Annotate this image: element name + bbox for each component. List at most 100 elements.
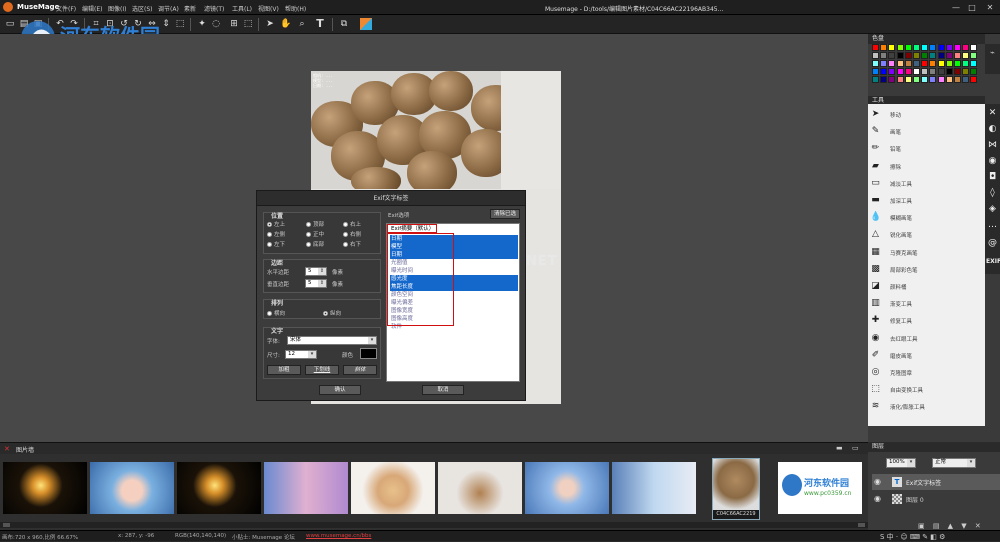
color-swatch[interactable] [970,76,978,83]
tool-item[interactable]: ✎ 画笔 [868,123,978,140]
color-swatch[interactable] [872,60,879,67]
new-file-icon[interactable]: ▭ [4,18,16,30]
color-swatch[interactable] [913,44,920,51]
color-swatch[interactable] [929,44,937,51]
color-swatch[interactable] [954,60,961,67]
color-swatch[interactable] [954,44,961,51]
color-swatch[interactable] [970,52,978,59]
filmstrip-scrollbar[interactable] [0,522,868,528]
clear-selection-button[interactable]: 清除已选 [490,209,520,219]
thumbnail[interactable] [351,462,435,514]
camera-icon[interactable]: ◘ [987,172,998,183]
tool-item[interactable]: ≋ 液化/膨胀工具 [868,398,978,415]
color-swatch[interactable] [888,44,896,51]
pos-bottom-left[interactable]: 左下 [267,240,285,248]
pos-center[interactable]: 正中 [306,230,324,238]
bow-icon[interactable]: ⋈ [987,140,998,151]
italic-button[interactable]: 斜体 [343,365,377,375]
color-swatch[interactable] [962,60,970,67]
color-swatch[interactable] [962,68,970,75]
color-swatch[interactable] [954,52,961,59]
color-swatch[interactable] [954,68,961,75]
color-swatch[interactable] [880,68,888,75]
color-swatch[interactable] [904,68,912,75]
tool-item[interactable]: ▬ 加深工具 [868,192,978,209]
color-swatch[interactable] [929,60,937,67]
hand-icon[interactable]: ✋ [280,18,292,30]
tool-item[interactable]: ▩ 局部彩色笔 [868,261,978,278]
pos-top-right[interactable]: 右上 [343,220,361,228]
arrange-horizontal[interactable]: 横向 [267,309,285,317]
font-select[interactable]: 宋体 ▾ [287,336,377,345]
chart-icon[interactable]: ⌁ [985,48,1000,57]
v-margin-input[interactable]: 5 ⇕ [305,279,327,288]
tool-item[interactable]: ▭ 减淡工具 [868,175,978,192]
at-icon[interactable]: @ [987,238,998,249]
filmstrip-close-icon[interactable]: ✕ [4,445,10,453]
tool-item[interactable]: ⬚ 自由变换工具 [868,381,978,398]
color-swatch[interactable] [880,44,888,51]
color-swatch[interactable] [872,52,879,59]
tools-cross-icon[interactable]: ✕ [987,108,998,119]
color-swatch[interactable] [888,60,896,67]
color-swatch[interactable] [945,44,953,51]
color-swatch[interactable] [945,52,953,59]
thumbnail[interactable] [612,462,696,514]
color-swatch[interactable] [921,68,929,75]
tool-item[interactable]: ✐ 磨皮画笔 [868,347,978,364]
color-swatch[interactable] [872,76,879,83]
color-swatch[interactable] [913,76,920,83]
color-swatch[interactable] [962,76,970,83]
color-swatch[interactable] [888,76,896,83]
color-swatch[interactable] [937,60,945,67]
color-swatch[interactable] [921,60,929,67]
thumbnail[interactable] [3,462,87,514]
color-swatch[interactable] [872,44,879,51]
forum-link[interactable]: www.musemage.cn/bbs [306,533,371,539]
pos-right[interactable]: 右侧 [343,230,361,238]
color-swatch[interactable] [970,60,978,67]
color-swatch[interactable] [880,52,888,59]
color-swatch[interactable] [896,52,904,59]
tool-item[interactable]: ✏ 铅笔 [868,140,978,157]
layer-row-base[interactable]: ◉ 图层 0 [872,492,1000,506]
ok-button[interactable]: 确认 [319,385,361,395]
pos-top-left[interactable]: 左上 [267,220,285,228]
bold-button[interactable]: 加粗 [267,365,301,375]
color-swatch[interactable] [913,60,920,67]
tool-item[interactable]: ◪ 颜料桶 [868,278,978,295]
layers-icon[interactable]: ⧉ [338,18,350,30]
color-swatch[interactable] [921,44,929,51]
thumbnail[interactable] [177,462,261,514]
thumbnail[interactable] [525,462,609,514]
eye-icon[interactable]: ◉ [874,477,881,486]
palette-icon[interactable]: ◐ [987,124,998,135]
tool-item[interactable]: ✚ 修复工具 [868,312,978,329]
more-icon[interactable]: … [987,220,998,231]
menu-view[interactable]: 视图(V) [258,4,279,13]
tool-item[interactable]: △ 锐化画笔 [868,226,978,243]
pos-left[interactable]: 左侧 [267,230,285,238]
color-swatch[interactable] [880,60,888,67]
text-color-swatch[interactable] [360,348,377,359]
color-swatch[interactable] [954,76,961,83]
cancel-button[interactable]: 取消 [422,385,464,395]
color-swatch[interactable] [913,68,920,75]
pos-bottom[interactable]: 底部 [306,240,324,248]
color-swatch[interactable] [937,68,945,75]
pos-top[interactable]: 顶部 [306,220,324,228]
text-tool-icon[interactable]: T [314,18,326,30]
color-swatch[interactable] [888,68,896,75]
drops-icon[interactable]: ◊ [987,188,998,199]
h-margin-input[interactable]: 5 ⇕ [305,267,327,276]
layer-row-text[interactable]: ◉ T Exif文字标签 [872,474,1000,490]
color-swatch[interactable] [904,52,912,59]
color-swatch[interactable] [896,68,904,75]
color-swatch[interactable] [937,44,945,51]
thumbnail[interactable]: 河东软件园 www.pc0359.cn [778,462,862,514]
color-swatch[interactable] [904,76,912,83]
color-swatch[interactable] [921,76,929,83]
color-swatch[interactable] [872,68,879,75]
menu-help[interactable]: 帮助(H) [285,4,306,13]
menu-file[interactable]: 文件(F) [56,4,76,13]
